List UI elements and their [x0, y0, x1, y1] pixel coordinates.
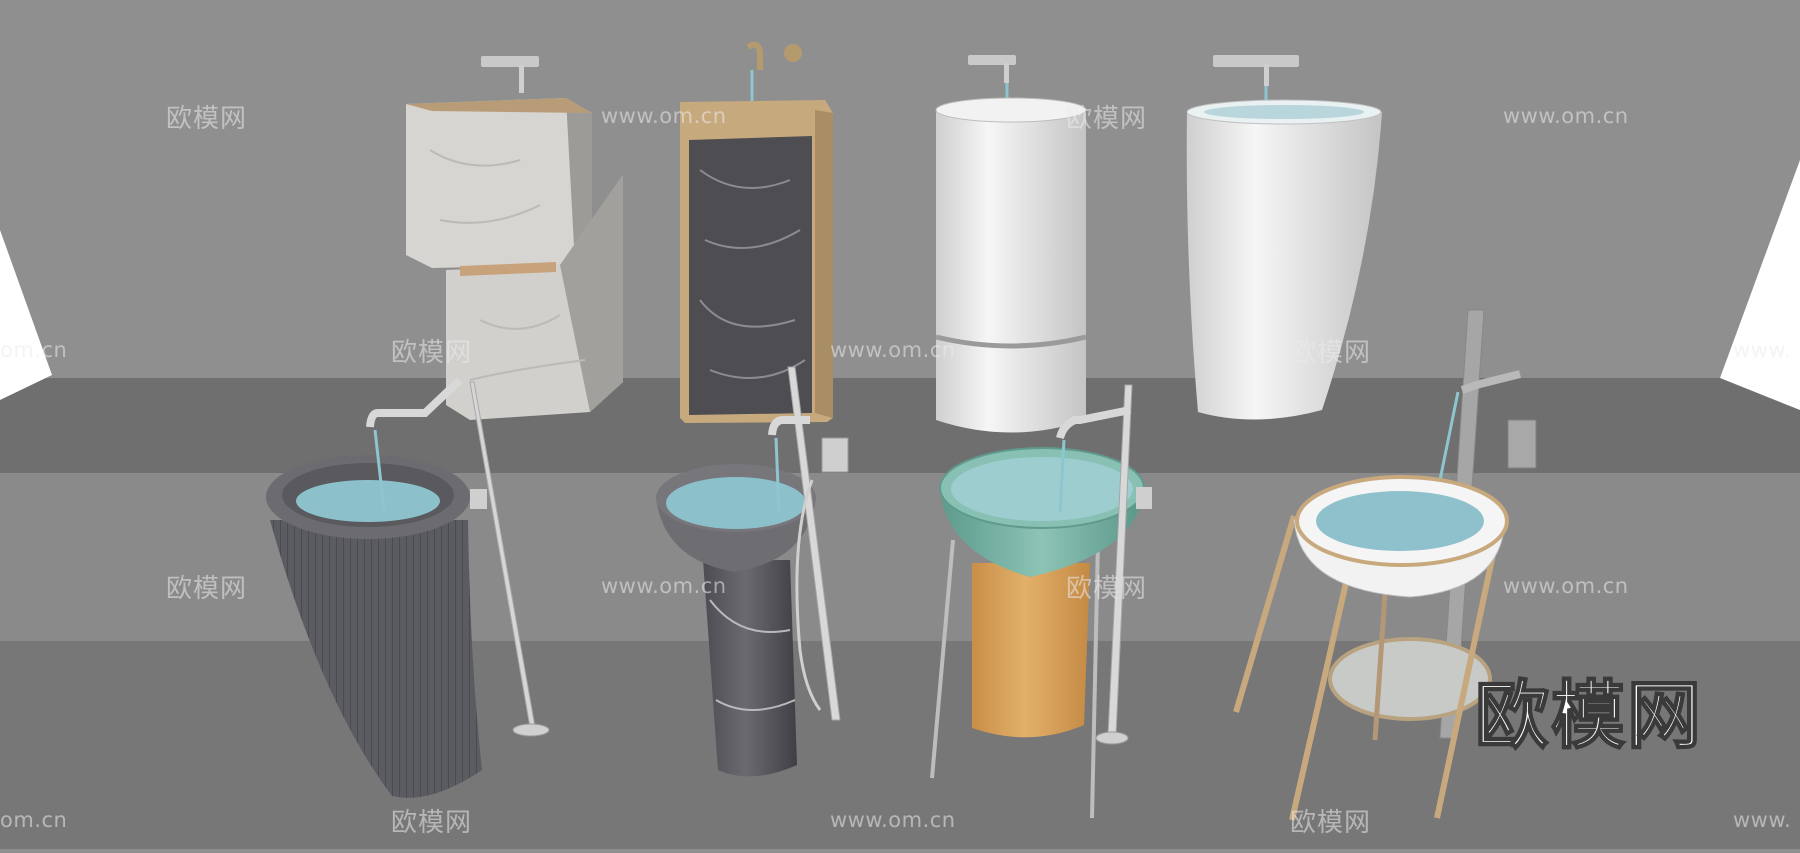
cylinder-top	[935, 97, 1087, 123]
water-surface	[666, 477, 806, 529]
watermark-url: www.om.cn	[601, 574, 727, 598]
faucet-body	[821, 437, 849, 473]
water-surface	[296, 480, 440, 522]
watermark-brand: 欧模网	[1290, 338, 1372, 368]
spout	[1264, 64, 1269, 86]
watermark-brand: 欧模网	[166, 574, 248, 604]
watermark-url: om.cn	[0, 808, 68, 832]
watermark-url: www.om.cn	[830, 338, 956, 362]
wall-tap-knob	[784, 44, 802, 62]
faucet-base	[1095, 731, 1129, 745]
watermark-brand: 欧模网	[1066, 574, 1148, 604]
watermark-brand-large: 欧模网	[1474, 672, 1703, 760]
wall-mounted-white-cylinder-sink	[935, 55, 1087, 433]
faucet-handle	[1136, 487, 1152, 509]
watermark-url: www.om.cn	[1503, 104, 1629, 128]
watermark-brand: 欧模网	[1290, 808, 1372, 838]
watermark-brand: 欧模网	[391, 808, 473, 838]
faucet-body	[1507, 419, 1537, 469]
water-surface	[951, 457, 1133, 521]
spout	[519, 65, 524, 93]
wall-tap-plate	[481, 56, 539, 67]
spout	[1004, 63, 1009, 83]
frame-side	[815, 110, 833, 418]
watermark-brand: 欧模网	[391, 338, 473, 368]
watermark-url: www.om.cn	[1503, 574, 1629, 598]
watermark-url: om.cn	[0, 338, 68, 362]
water-surface	[1316, 491, 1484, 551]
watermark-url: www.om.cn	[601, 104, 727, 128]
marble-upper-block	[406, 98, 592, 268]
scene: 欧模网 www.om.cn 欧模网 www.om.cn om.cn 欧模网 ww…	[0, 0, 1800, 849]
watermark-url: www.om.cn	[830, 808, 956, 832]
faucet-base	[512, 723, 550, 737]
watermark-brand: 欧模网	[1066, 104, 1148, 134]
water-surface	[1204, 105, 1364, 119]
watermark-url: www.	[1733, 808, 1792, 832]
white-cylinder-body	[936, 112, 1086, 433]
wall-tap-plate	[1213, 55, 1299, 67]
watermark-brand: 欧模网	[166, 104, 248, 134]
watermark-url: www.	[1733, 338, 1792, 362]
faucet-handle	[470, 489, 487, 509]
